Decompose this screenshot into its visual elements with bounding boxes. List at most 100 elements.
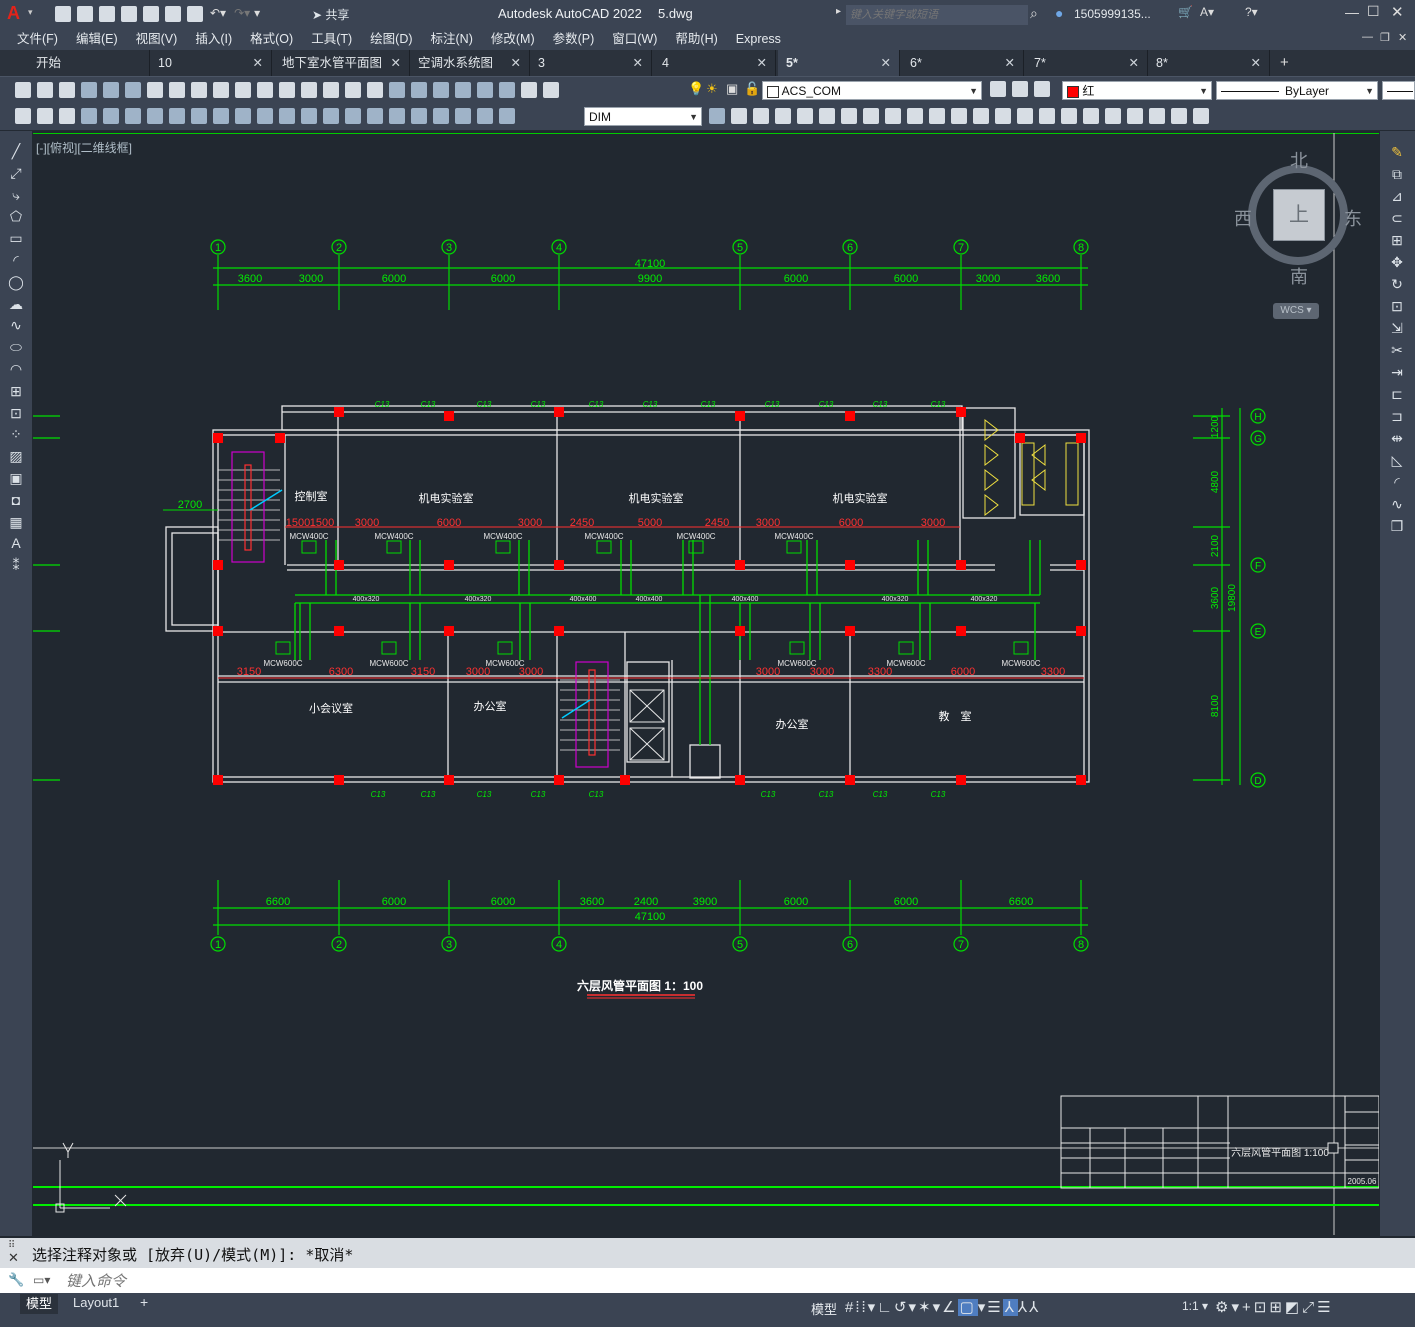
workspace-gear-icon[interactable]: ⚙▾ (1215, 1299, 1242, 1316)
viewcube-top-face[interactable]: 上 (1273, 189, 1325, 241)
cmd-recent-icon[interactable]: ▭▾ (33, 1273, 50, 1287)
attribute-icon[interactable] (37, 108, 53, 124)
menu-item-7[interactable]: 标注(N) (422, 28, 482, 50)
viewcube[interactable]: 上 北 南 东 西 (1234, 151, 1362, 287)
pan-icon[interactable] (301, 82, 317, 98)
file-tab-9[interactable]: 8* ✕ (1148, 50, 1270, 76)
annotation-scale-value[interactable]: 1:1 ▾ (1182, 1299, 1208, 1313)
menu-item-2[interactable]: 视图(V) (127, 28, 187, 50)
layer-iso-icon[interactable] (59, 108, 75, 124)
dim-arc-icon[interactable] (125, 108, 141, 124)
3dprint-icon[interactable] (147, 82, 163, 98)
undo-tb-icon[interactable] (257, 82, 273, 98)
break-side-icon[interactable]: ⊐ (1388, 405, 1406, 427)
stretch-side-icon[interactable]: ⇲ (1388, 317, 1406, 339)
close-window-icon[interactable]: ✕ (1391, 3, 1404, 21)
layer-on-bulb-icon[interactable]: 💡 (688, 81, 704, 97)
help-tb-icon[interactable] (521, 82, 537, 98)
plot-icon[interactable] (81, 82, 97, 98)
tolerance-icon[interactable] (367, 108, 383, 124)
file-tab-3[interactable]: 空调水系统图 ✕ (410, 50, 530, 76)
qsave-icon[interactable] (59, 82, 75, 98)
rotate-icon[interactable] (863, 108, 879, 124)
array-icon[interactable] (819, 108, 835, 124)
layout-tab-layout1[interactable]: Layout1 (73, 1295, 119, 1310)
cart-icon[interactable]: 🛒 (1178, 5, 1193, 19)
properties-icon[interactable] (389, 82, 405, 98)
dim-radius-icon[interactable] (169, 108, 185, 124)
search-icon[interactable]: ⌕ (1030, 5, 1038, 22)
search-input[interactable] (846, 5, 1028, 25)
redo-tb-icon[interactable] (279, 82, 295, 98)
copy-obj-icon[interactable] (753, 108, 769, 124)
app-menu-chevron-icon[interactable]: ▾ (28, 7, 33, 18)
dim-continue-icon[interactable] (301, 108, 317, 124)
color-dropdown[interactable]: 红 ▼ (1062, 81, 1212, 100)
file-tab-5[interactable]: 4 ✕ (654, 50, 776, 76)
file-tab-2[interactable]: 地下室水管平面图 ✕ (274, 50, 410, 76)
help-icon[interactable]: ?▾ (1245, 5, 1258, 19)
dim-break-icon[interactable] (345, 108, 361, 124)
make-current-layer-icon[interactable] (990, 81, 1006, 97)
wipeout-icon[interactable]: ◘ (7, 490, 25, 512)
menu-item-4[interactable]: 格式(O) (241, 28, 302, 50)
dim-text-edit-icon[interactable] (477, 108, 493, 124)
drawing-canvas[interactable]: [-][俯视][二维线框] 12345678 12345 6 7 8 H G F… (33, 133, 1379, 1238)
menu-item-10[interactable]: 窗口(W) (603, 28, 666, 50)
menu-item-11[interactable]: 帮助(H) (666, 28, 726, 50)
dimstyle-dropdown[interactable]: DIM ▼ (584, 107, 702, 126)
blend-side-icon[interactable]: ∿ (1388, 493, 1406, 515)
file-tab-8[interactable]: 7* ✕ (1026, 50, 1148, 76)
zoom-window-icon[interactable] (345, 82, 361, 98)
move-icon[interactable] (841, 108, 857, 124)
close-tab-icon[interactable]: ✕ (391, 50, 401, 76)
table-icon[interactable]: ▦ (7, 512, 25, 534)
dim-edit-icon[interactable] (455, 108, 471, 124)
revcloud-icon[interactable]: ☁ (7, 294, 25, 316)
close-tab-icon[interactable]: ✕ (1129, 50, 1139, 76)
erase-side-icon[interactable]: ✎ (1388, 141, 1406, 163)
close-tab-icon[interactable]: ✕ (633, 50, 643, 76)
markup-icon[interactable] (477, 82, 493, 98)
qdim-icon[interactable] (257, 108, 273, 124)
linetype-dropdown[interactable]: ByLayer ▼ (1216, 81, 1378, 100)
open-icon[interactable] (37, 82, 53, 98)
region-icon[interactable]: ▣ (7, 468, 25, 490)
draw-order-icon[interactable] (1105, 108, 1121, 124)
break-point-icon[interactable]: ⊏ (1388, 383, 1406, 405)
spline-icon[interactable]: ∿ (7, 315, 25, 337)
compass-west[interactable]: 西 (1234, 205, 1252, 231)
file-tab-1[interactable]: 10 ✕ (150, 50, 272, 76)
mirror-icon[interactable] (775, 108, 791, 124)
explode-icon[interactable] (1083, 108, 1099, 124)
compass-south[interactable]: 南 (1290, 263, 1308, 289)
point-icon[interactable]: ⁘ (7, 424, 25, 446)
extend-side-icon[interactable]: ⇥ (1388, 361, 1406, 383)
open-file-icon[interactable] (77, 6, 93, 22)
save-icon[interactable] (99, 6, 115, 22)
preview-icon[interactable] (103, 82, 119, 98)
wcs-menu-button[interactable]: WCS ▾ (1273, 303, 1319, 319)
ellipse-icon[interactable]: ⬭ (7, 337, 25, 359)
erase-icon[interactable] (731, 108, 747, 124)
maximize-window-icon[interactable]: ☐ (1367, 3, 1380, 20)
quickcalc-icon[interactable] (499, 82, 515, 98)
inspection-icon[interactable] (411, 108, 427, 124)
polar-icon[interactable]: ↺▾ (894, 1299, 918, 1316)
mirror-side-icon[interactable]: ⊿ (1388, 185, 1406, 207)
dim-update-icon[interactable] (499, 108, 515, 124)
copy-icon[interactable] (191, 82, 207, 98)
autocad-logo-icon[interactable]: A (7, 3, 20, 24)
dim-jogged-icon[interactable] (191, 108, 207, 124)
user-name[interactable]: 1505999135... (1074, 7, 1151, 21)
annotation-visibility-icon[interactable]: ⅄ (1002, 1299, 1018, 1316)
tool-palettes-icon[interactable] (433, 82, 449, 98)
compass-east[interactable]: 东 (1344, 205, 1362, 231)
doc-restore-icon[interactable]: ❐ (1380, 31, 1390, 44)
command-input[interactable] (64, 1270, 1398, 1292)
osnap-icon[interactable]: ▢ (957, 1299, 978, 1316)
auto-scale-icon[interactable]: ⅄ (1018, 1299, 1029, 1316)
share-button[interactable]: ➤ 共享 (312, 6, 349, 23)
properties-toggle-icon[interactable] (15, 108, 31, 124)
close-tab-icon[interactable]: ✕ (757, 50, 767, 76)
